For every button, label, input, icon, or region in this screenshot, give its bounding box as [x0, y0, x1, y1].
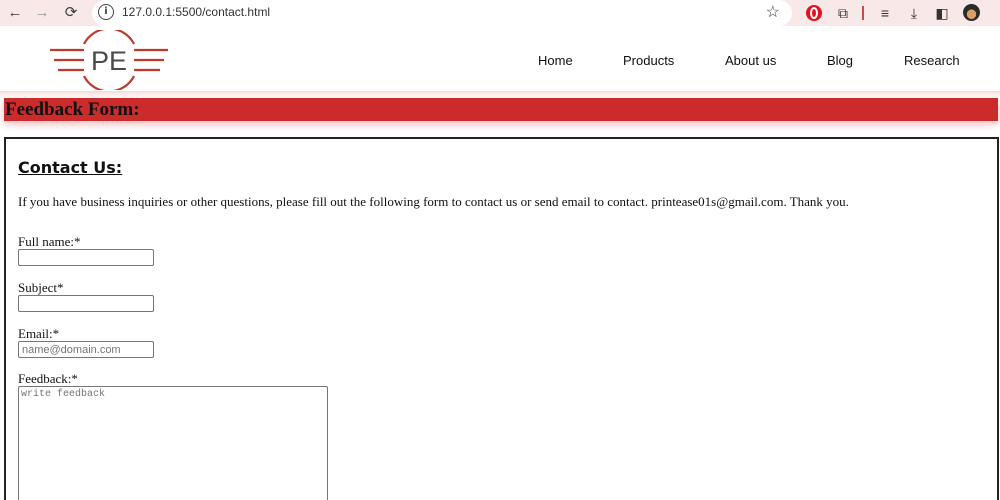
email-label: Email:*	[18, 326, 60, 341]
subject-label: Subject*	[18, 280, 64, 295]
subject-input[interactable]	[18, 295, 154, 312]
feedback-textarea[interactable]	[18, 386, 328, 500]
feedback-banner: Feedback Form:	[4, 98, 998, 121]
back-arrow-icon[interactable]: ←	[5, 3, 25, 23]
puzzle-extensions-icon[interactable]: ⧉	[834, 3, 852, 23]
url-text[interactable]: 127.0.0.1:5500/contact.html	[122, 5, 270, 19]
reload-icon[interactable]: ⟳	[61, 3, 81, 23]
nav-about-us[interactable]: About us	[725, 53, 776, 68]
download-icon[interactable]: ⤓	[905, 3, 923, 23]
nav-products[interactable]: Products	[623, 53, 674, 68]
fullname-label: Full name:*	[18, 234, 81, 249]
address-bar[interactable]: i 127.0.0.1:5500/contact.html ☆	[92, 0, 792, 26]
feedback-label: Feedback:*	[18, 371, 78, 386]
email-input[interactable]	[18, 341, 154, 358]
profile-avatar-icon[interactable]	[963, 4, 980, 21]
contact-form-container: Contact Us: If you have business inquiri…	[4, 137, 999, 500]
bookmark-star-icon[interactable]: ☆	[766, 2, 780, 22]
site-info-icon[interactable]: i	[98, 4, 114, 20]
media-queue-icon[interactable]: ≡	[876, 3, 894, 23]
logo-text: PE	[91, 46, 127, 76]
fullname-input[interactable]	[18, 249, 154, 266]
intro-text: If you have business inquiries or other …	[18, 194, 849, 209]
nav-research[interactable]: Research	[904, 53, 960, 68]
browser-toolbar: ← → ⟳ i 127.0.0.1:5500/contact.html ☆ ⧉ …	[0, 0, 1000, 26]
contact-heading: Contact Us:	[18, 158, 123, 177]
banner-title: Feedback Form:	[5, 99, 140, 120]
nav-home[interactable]: Home	[538, 53, 573, 68]
site-header: PE Home Products About us Blog Research	[0, 30, 1000, 97]
pe-logo[interactable]: PE	[48, 30, 170, 90]
forward-arrow-icon[interactable]: →	[32, 3, 52, 23]
side-panel-icon[interactable]: ◧	[933, 3, 951, 23]
opera-extension-icon[interactable]	[806, 5, 822, 21]
nav-blog[interactable]: Blog	[827, 53, 853, 68]
toolbar-divider	[862, 6, 864, 20]
